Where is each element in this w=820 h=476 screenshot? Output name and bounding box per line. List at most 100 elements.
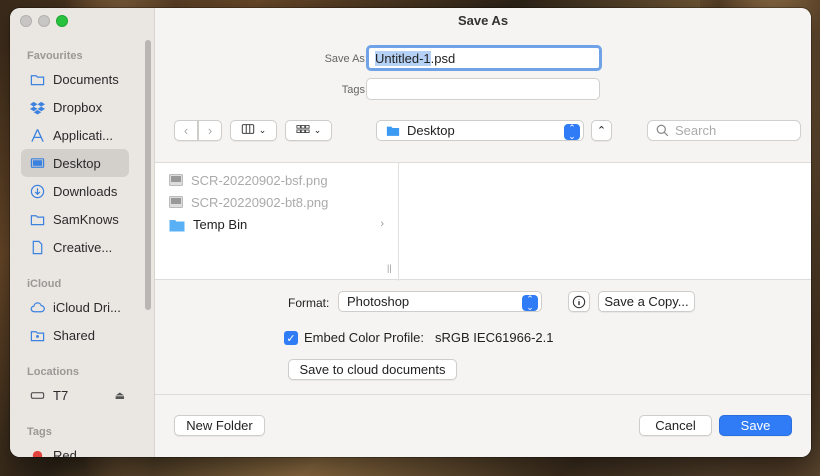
search-icon	[656, 124, 669, 137]
forward-button[interactable]: ›	[198, 120, 222, 141]
column-resize-handle[interactable]: ||	[387, 263, 392, 273]
columns-view-icon	[241, 122, 255, 139]
back-button[interactable]: ‹	[174, 120, 198, 141]
save-as-dialog: Favourites Documents Dropbox Applicati..…	[10, 8, 811, 457]
dialog-main: Save As Save As: Untitled-1 .psd Tags: ‹ …	[155, 8, 811, 457]
browser-column: SCR-20220902-bsf.png SCR-20220902-bt8.pn…	[155, 163, 399, 281]
sidebar-item-label: Red	[53, 447, 77, 458]
grid-view-icon	[296, 122, 310, 139]
save-button[interactable]: Save	[719, 415, 792, 436]
sidebar-item-tag-red[interactable]: Red	[21, 441, 129, 457]
shared-folder-icon	[29, 327, 45, 343]
sidebar-item-label: Documents	[53, 71, 119, 87]
expand-toggle-button[interactable]: ⌃	[591, 120, 612, 141]
image-file-icon	[169, 174, 183, 186]
location-popup[interactable]: Desktop ⌃ ⌄	[376, 120, 584, 141]
document-icon	[29, 239, 45, 255]
sidebar-item-label: Applicati...	[53, 127, 113, 143]
chevron-left-icon: ‹	[183, 123, 189, 138]
sidebar-item-downloads[interactable]: Downloads	[21, 177, 129, 205]
format-popup[interactable]: Photoshop ⌃ ⌄	[338, 291, 542, 312]
info-icon	[572, 295, 586, 309]
sidebar-item-label: SamKnows	[53, 211, 119, 227]
eject-icon[interactable]: ⏏	[115, 389, 125, 402]
view-mode-button[interactable]: ⌄	[230, 120, 277, 141]
sidebar-section-tags: Tags	[27, 426, 52, 438]
sidebar-item-label: T7	[53, 387, 69, 403]
desktop-icon	[29, 155, 45, 171]
downloads-icon	[29, 183, 45, 199]
chevron-updown-icon: ⌃ ⌄	[564, 124, 580, 141]
tag-dot-icon	[29, 447, 45, 457]
sidebar-item-label: Shared	[53, 327, 95, 343]
chevron-up-icon: ⌃	[596, 125, 607, 137]
save-a-copy-button[interactable]: Save a Copy...	[598, 291, 695, 312]
sidebar-item-label: Dropbox	[53, 99, 103, 115]
sidebar-section-icloud: iCloud	[27, 278, 62, 290]
drive-icon	[29, 387, 45, 403]
folder-item[interactable]: Temp Bin ›	[169, 213, 384, 235]
save-as-label: Save As:	[324, 53, 368, 65]
sidebar-scrollbar[interactable]	[145, 40, 151, 310]
sidebar-item-shared[interactable]: Shared	[21, 321, 129, 349]
sidebar-section-favourites: Favourites	[27, 50, 83, 62]
chevron-updown-icon: ⌃ ⌄	[522, 295, 538, 312]
filename-extension-text: .psd	[430, 50, 456, 66]
image-file-icon	[169, 196, 183, 208]
tags-label: Tags:	[341, 84, 368, 96]
sidebar-item-applications[interactable]: Applicati...	[21, 121, 129, 149]
folder-icon	[29, 71, 45, 87]
sidebar-item-t7[interactable]: T7 ⏏	[21, 381, 129, 409]
cancel-button[interactable]: Cancel	[639, 415, 712, 436]
format-label: Format:	[288, 296, 330, 310]
chevron-down-icon: ⌄	[313, 125, 322, 135]
dropbox-icon	[29, 99, 45, 115]
file-name: SCR-20220902-bt8.png	[191, 194, 329, 210]
file-item[interactable]: SCR-20220902-bt8.png	[169, 191, 328, 213]
sidebar-section-locations: Locations	[27, 366, 79, 378]
window-controls	[20, 15, 68, 27]
sidebar-item-dropbox[interactable]: Dropbox	[21, 93, 129, 121]
folder-icon	[169, 218, 185, 232]
file-browser: SCR-20220902-bsf.png SCR-20220902-bt8.pn…	[155, 162, 811, 281]
format-info-button[interactable]	[568, 291, 590, 312]
group-mode-button[interactable]: ⌄	[285, 120, 332, 141]
footer-divider	[155, 394, 811, 395]
folder-icon	[385, 124, 401, 138]
location-popup-label: Desktop	[407, 123, 455, 138]
embed-color-profile-checkbox[interactable]: ✓	[284, 331, 298, 345]
embed-color-profile-value: sRGB IEC61966-2.1	[435, 330, 554, 345]
tags-field[interactable]	[366, 78, 600, 100]
close-button[interactable]	[20, 15, 32, 27]
file-name: SCR-20220902-bsf.png	[191, 172, 328, 188]
sidebar-item-documents[interactable]: Documents	[21, 65, 129, 93]
applications-icon	[29, 127, 45, 143]
new-folder-button[interactable]: New Folder	[174, 415, 265, 436]
zoom-button[interactable]	[56, 15, 68, 27]
chevron-right-icon: ›	[380, 218, 384, 230]
sidebar-item-creative[interactable]: Creative...	[21, 233, 129, 261]
save-to-cloud-button[interactable]: Save to cloud documents	[288, 359, 457, 380]
file-item[interactable]: SCR-20220902-bsf.png	[169, 169, 328, 191]
sidebar-item-icloud-drive[interactable]: iCloud Dri...	[21, 293, 129, 321]
folder-name: Temp Bin	[193, 216, 248, 232]
embed-color-profile-label: Embed Color Profile:	[304, 330, 424, 345]
cloud-icon	[29, 299, 45, 315]
chevron-right-icon: ›	[207, 123, 213, 138]
sidebar-item-desktop[interactable]: Desktop	[21, 149, 129, 177]
filename-field[interactable]: Untitled-1 .psd	[366, 45, 602, 71]
minimize-button[interactable]	[38, 15, 50, 27]
search-field[interactable]: Search	[647, 120, 801, 141]
filename-selected-text: Untitled-1	[375, 50, 431, 66]
dialog-title: Save As	[457, 13, 509, 28]
sidebar-item-label: Creative...	[53, 239, 113, 255]
search-placeholder: Search	[675, 123, 717, 138]
sidebar-item-label: Downloads	[53, 183, 118, 199]
sidebar-item-label: iCloud Dri...	[53, 299, 121, 315]
sidebar-item-samknows[interactable]: SamKnows	[21, 205, 129, 233]
chevron-down-icon: ⌄	[258, 125, 267, 135]
sidebar-item-label: Desktop	[53, 155, 101, 171]
folder-icon	[29, 211, 45, 227]
sidebar: Favourites Documents Dropbox Applicati..…	[10, 8, 155, 457]
format-popup-value: Photoshop	[347, 294, 410, 309]
